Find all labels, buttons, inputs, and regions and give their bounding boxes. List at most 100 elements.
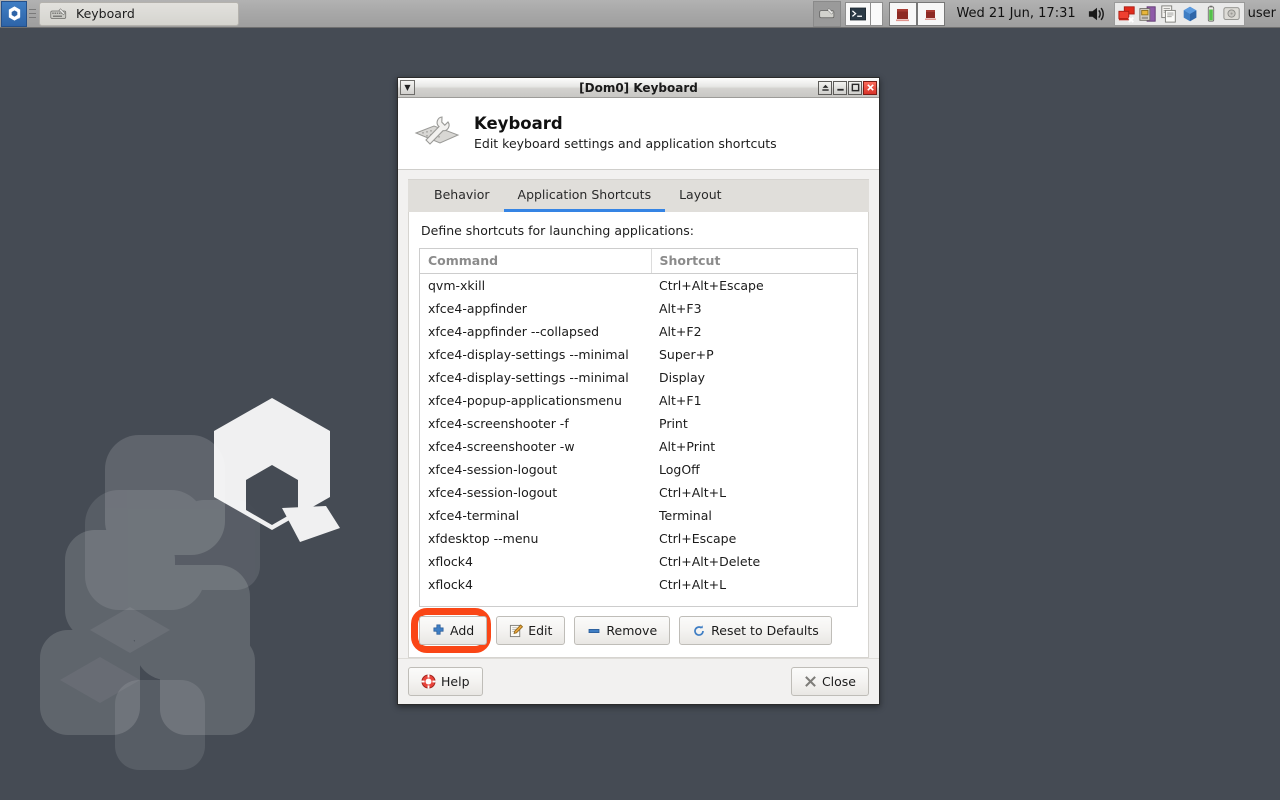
- table-row[interactable]: xfce4-session-logout Ctrl+Alt+L: [420, 481, 857, 504]
- workspace-2[interactable]: [917, 1, 946, 26]
- clock[interactable]: Wed 21 Jun, 17:31: [949, 6, 1082, 21]
- cell-shortcut: Ctrl+Alt+L: [659, 576, 727, 592]
- user-label[interactable]: user: [1248, 6, 1280, 21]
- cell-command: qvm-xkill: [428, 277, 486, 293]
- launcher-arrow-button[interactable]: [871, 1, 884, 26]
- table-row[interactable]: xfce4-appfinder --collapsed Alt+F2: [420, 320, 857, 343]
- remove-button-label: Remove: [606, 622, 658, 638]
- taskbar-drag-handle[interactable]: [27, 1, 37, 27]
- settings-notebook: Behavior Application Shortcuts Layout De…: [398, 170, 879, 658]
- table-header: Command Shortcut: [420, 249, 857, 274]
- close-button[interactable]: [863, 80, 877, 95]
- add-button[interactable]: Add: [419, 616, 488, 645]
- minus-icon: [589, 628, 600, 633]
- minimize-icon: [836, 88, 844, 91]
- table-row[interactable]: xfce4-appfinder Alt+F3: [420, 297, 857, 320]
- shortcuts-table: Command Shortcut qvm-xkill Ctrl+Alt+Escap…: [420, 249, 857, 596]
- cell-command: xfce4-popup-applicationsmenu: [428, 392, 622, 408]
- window-control-buttons: [818, 80, 877, 95]
- column-header-command[interactable]: Command: [420, 249, 652, 274]
- table-row[interactable]: xfce4-session-logout LogOff: [420, 458, 857, 481]
- add-button-label: Add: [450, 622, 475, 638]
- qubes-updates-icon[interactable]: [1181, 5, 1199, 23]
- table-row[interactable]: qvm-xkill Ctrl+Alt+Escape: [420, 274, 857, 297]
- cross-icon: [805, 676, 816, 687]
- table-row[interactable]: xfdesktop --menu Ctrl+Escape: [420, 527, 857, 550]
- table-row[interactable]: xfce4-screenshooter -w Alt+Print: [420, 435, 857, 458]
- table-row[interactable]: xfce4-display-settings --minimal Display: [420, 366, 857, 389]
- reset-button-label: Reset to Defaults: [711, 622, 819, 638]
- terminal-launcher-button[interactable]: [845, 1, 872, 26]
- cell-command: xfce4-session-logout: [428, 461, 558, 477]
- keyboard-icon: [819, 8, 835, 19]
- cell-shortcut: Terminal: [659, 507, 712, 523]
- qubes-devices-icon[interactable]: [1118, 5, 1136, 23]
- qubes-menu-button[interactable]: [1, 0, 27, 27]
- qubes-desktop-watermark: [40, 398, 340, 770]
- minimize-button[interactable]: [833, 80, 847, 95]
- table-row[interactable]: xfce4-popup-applicationsmenu Alt+F1: [420, 389, 857, 412]
- taskbar-right-area: Wed 21 Jun, 17:31 user: [813, 0, 1280, 28]
- keyboard-icon: [50, 7, 67, 19]
- cell-command: xfce4-terminal: [428, 507, 520, 523]
- edit-button[interactable]: Edit: [496, 616, 566, 645]
- table-row[interactable]: xfce4-terminal Terminal: [420, 504, 857, 527]
- cell-shortcut: LogOff: [659, 461, 700, 477]
- define-shortcuts-label: Define shortcuts for launching applicati…: [421, 223, 694, 238]
- cell-command: xfce4-display-settings --minimal: [428, 369, 629, 385]
- cell-command: xflock4: [428, 576, 473, 592]
- lifebuoy-icon: [421, 674, 436, 689]
- help-button[interactable]: Help: [408, 667, 483, 696]
- plus-icon: [433, 624, 444, 635]
- close-icon: [866, 84, 874, 91]
- tab-list: Behavior Application Shortcuts Layout: [408, 179, 869, 212]
- cell-shortcut: Alt+F1: [659, 392, 702, 408]
- workspace-1[interactable]: [889, 1, 918, 26]
- cell-command: xfce4-screenshooter -w: [428, 438, 575, 454]
- remove-button[interactable]: Remove: [574, 616, 671, 645]
- workspace-switcher[interactable]: [889, 1, 946, 26]
- window-titlebar[interactable]: ▼ [Dom0] Keyboard: [398, 78, 879, 98]
- qubes-clipboard-icon[interactable]: [1160, 4, 1178, 23]
- table-row[interactable]: xflock4 Ctrl+Alt+Delete: [420, 550, 857, 573]
- edit-button-label: Edit: [528, 622, 553, 638]
- taskbar-window-button-keyboard[interactable]: Keyboard: [39, 1, 239, 26]
- action-button-row: Add Edit Remove Reset to Defaults: [411, 608, 858, 653]
- tab-application-shortcuts[interactable]: Application Shortcuts: [503, 182, 666, 212]
- tab-layout[interactable]: Layout: [665, 182, 736, 213]
- shortcuts-table-container[interactable]: Command Shortcut qvm-xkill Ctrl+Alt+Escap…: [419, 248, 858, 607]
- cell-shortcut: Ctrl+Alt+Escape: [659, 277, 764, 293]
- dialog-header: Keyboard Edit keyboard settings and appl…: [398, 98, 879, 170]
- table-row[interactable]: xflock4 Ctrl+Alt+L: [420, 573, 857, 596]
- table-row[interactable]: xfce4-screenshooter -f Print: [420, 412, 857, 435]
- close-dialog-button[interactable]: Close: [790, 667, 869, 696]
- maximize-button[interactable]: [848, 80, 862, 95]
- cell-command: xfce4-appfinder --collapsed: [428, 323, 600, 339]
- table-row[interactable]: xfce4-display-settings --minimal Super+P: [420, 343, 857, 366]
- volume-button[interactable]: [1083, 5, 1111, 23]
- terminal-icon: [850, 7, 867, 20]
- battery-icon[interactable]: [1202, 5, 1220, 23]
- tab-behavior[interactable]: Behavior: [420, 182, 504, 213]
- close-button-label: Close: [821, 673, 856, 689]
- cell-shortcut: Super+P: [659, 346, 714, 362]
- window-menu-button[interactable]: ▼: [400, 80, 415, 95]
- cell-command: xfce4-appfinder: [428, 300, 527, 316]
- cell-command: xfce4-display-settings --minimal: [428, 346, 629, 362]
- cell-shortcut: Ctrl+Escape: [659, 530, 737, 546]
- shade-button[interactable]: [818, 80, 832, 95]
- help-button-label: Help: [441, 673, 470, 689]
- cell-command: xfdesktop --menu: [428, 530, 539, 546]
- cell-command: xfce4-session-logout: [428, 484, 558, 500]
- cell-command: xfce4-screenshooter -f: [428, 415, 569, 431]
- pencil-icon: [510, 623, 524, 637]
- reset-to-defaults-button[interactable]: Reset to Defaults: [679, 616, 832, 645]
- taskbar-showdesktop-button[interactable]: [813, 0, 842, 27]
- cell-shortcut: Ctrl+Alt+L: [659, 484, 727, 500]
- qubes-logo-icon: [8, 6, 20, 21]
- qubes-storage-icon[interactable]: [1223, 5, 1241, 23]
- page-title: Keyboard: [474, 113, 563, 133]
- column-header-shortcut[interactable]: Shortcut: [651, 249, 857, 274]
- cell-shortcut: Display: [659, 369, 706, 385]
- qubes-disk-icon[interactable]: [1139, 5, 1157, 23]
